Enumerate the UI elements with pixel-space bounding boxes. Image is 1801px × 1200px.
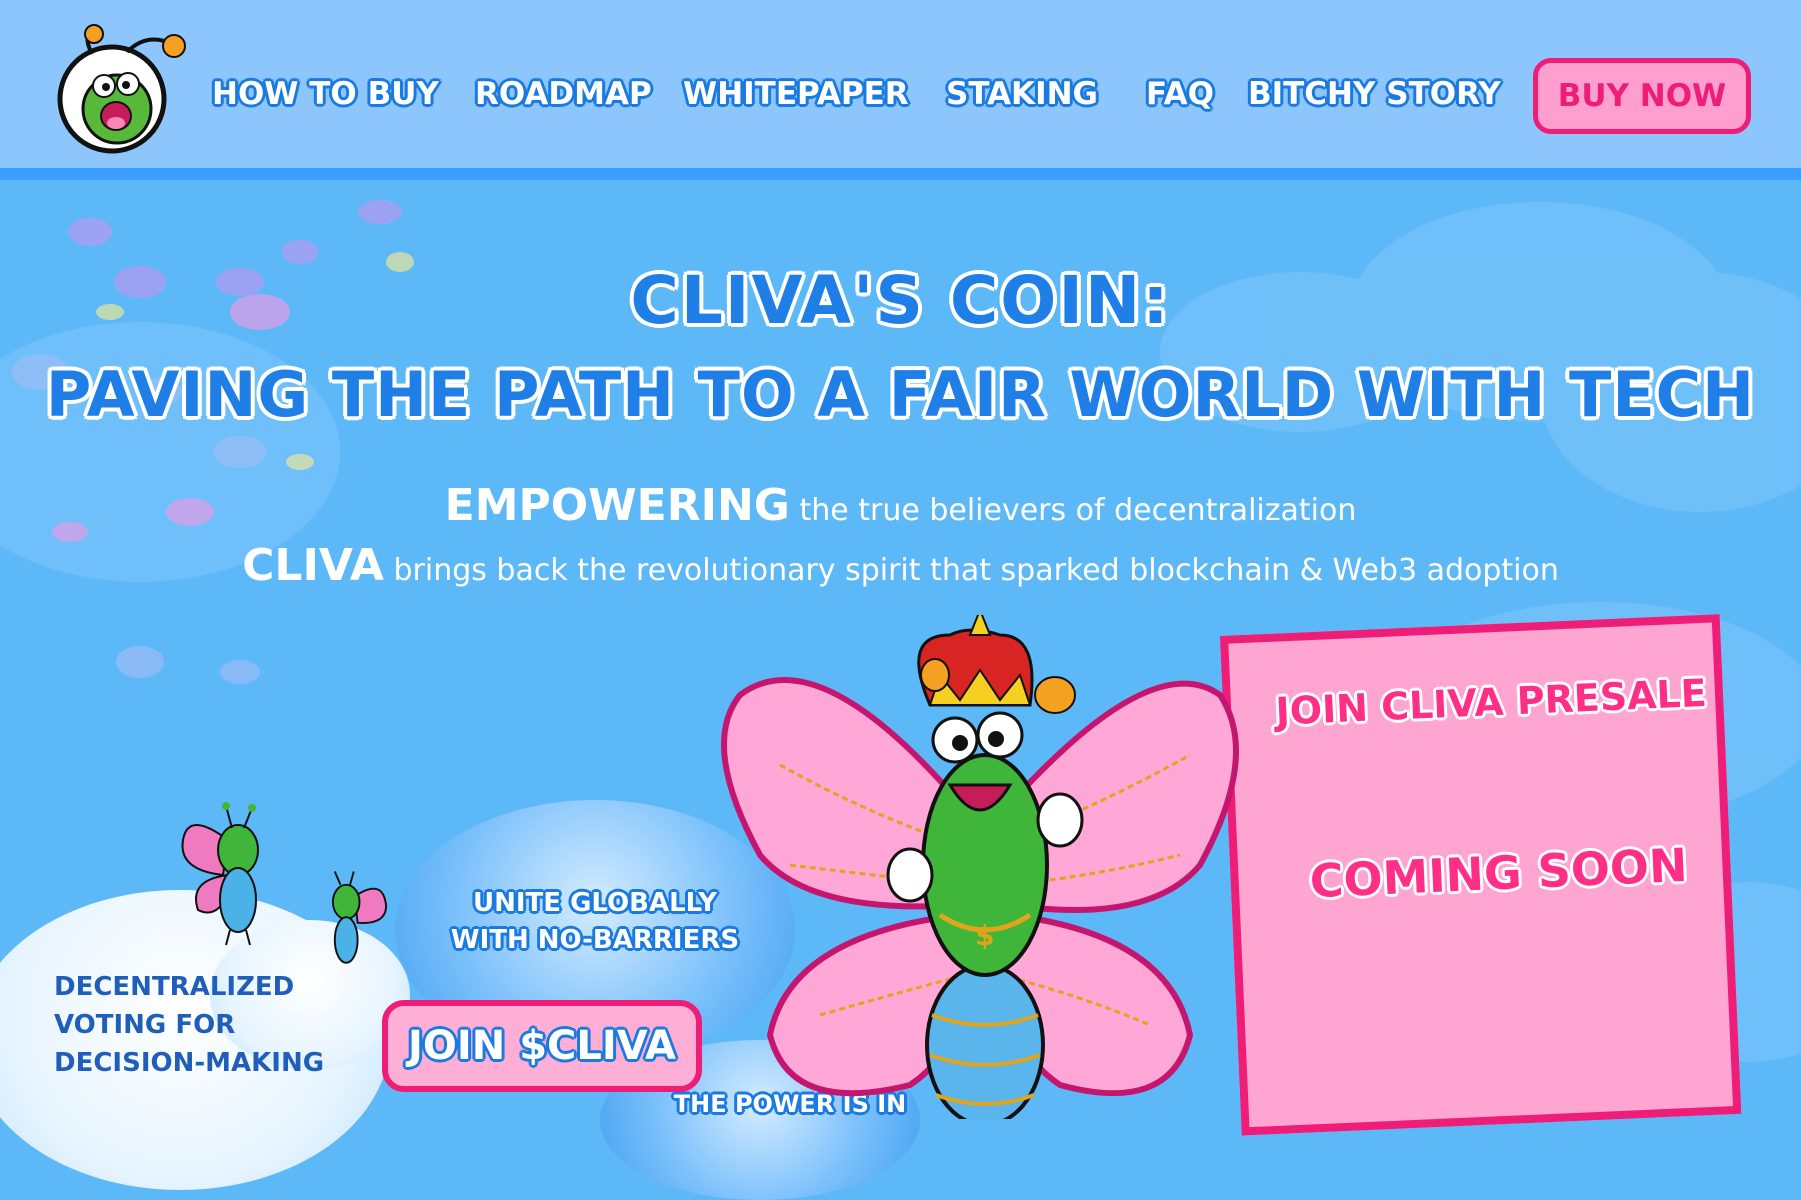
feature-decentralized-voting: DECENTRALIZED VOTING FOR DECISION-MAKING xyxy=(54,968,354,1082)
small-butterfly-icon-2 xyxy=(331,871,388,964)
nav-bitchy-story[interactable]: BITCHY STORY xyxy=(1248,76,1501,124)
nav-link[interactable]: WHITEPAPER xyxy=(683,76,909,112)
presale-title: JOIN CLIVA PRESALE xyxy=(1274,670,1708,734)
nav-faq[interactable]: FAQ xyxy=(1146,76,1214,124)
presale-card: JOIN CLIVA PRESALE COMING SOON xyxy=(1220,614,1742,1136)
butterfly-mascot-icon: $ xyxy=(721,615,1239,1119)
tagline-2-strong: CLIVA xyxy=(242,540,384,591)
nav-roadmap[interactable]: ROADMAP xyxy=(475,76,652,124)
hero-title-line1: CLIVA'S COIN: xyxy=(630,262,1171,339)
nav-link[interactable]: FAQ xyxy=(1146,76,1214,112)
tagline-1: EMPOWERING the true believers of decentr… xyxy=(0,480,1801,531)
nav-link[interactable]: BITCHY STORY xyxy=(1248,76,1501,112)
nav-link[interactable]: ROADMAP xyxy=(475,76,652,112)
nav-staking[interactable]: STAKING xyxy=(946,76,1098,124)
tagline-1-text: the true believers of decentralization xyxy=(789,493,1357,528)
nav-link[interactable]: STAKING xyxy=(946,76,1098,112)
site-header: HOW TO BUY ROADMAP WHITEPAPER STAKING FA… xyxy=(0,0,1801,180)
nav-link[interactable]: HOW TO BUY xyxy=(212,76,439,112)
tagline-2-text: brings back the revolutionary spirit tha… xyxy=(383,553,1559,588)
tagline-1-strong: EMPOWERING xyxy=(444,480,790,531)
join-cliva-button[interactable]: JOIN $CLIVA xyxy=(382,1000,702,1092)
presale-status: COMING SOON xyxy=(1308,837,1689,909)
feature-voting-line1: DECENTRALIZED xyxy=(54,972,295,1002)
tagline-2: CLIVA brings back the revolutionary spir… xyxy=(0,540,1801,591)
svg-text:$: $ xyxy=(975,919,994,952)
nav-whitepaper[interactable]: WHITEPAPER xyxy=(683,76,909,124)
buy-now-button[interactable]: BUY NOW xyxy=(1533,58,1751,134)
feature-voting-line3: DECISION-MAKING xyxy=(54,1048,325,1078)
small-butterfly-icon xyxy=(181,802,259,946)
nav-how-to-buy[interactable]: HOW TO BUY xyxy=(212,76,439,124)
feature-voting-line2: VOTING FOR xyxy=(54,1010,236,1040)
cliva-logo-icon[interactable] xyxy=(52,24,187,154)
hero-title-line2: PAVING THE PATH TO A FAIR WORLD WITH TEC… xyxy=(45,358,1756,431)
